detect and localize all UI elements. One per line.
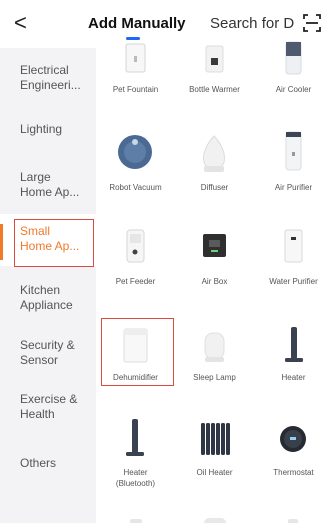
device-partial-icon (288, 519, 298, 523)
sidebar-item-label: Electrical Engineeri... (20, 63, 81, 92)
sidebar-item-electrical-engineering[interactable]: Electrical Engineeri... (0, 54, 96, 106)
device-robot-vacuum[interactable]: Robot Vacuum (96, 126, 175, 230)
back-button[interactable]: < (14, 12, 27, 34)
device-partial-icon (204, 518, 226, 523)
device-label: Air Cooler (275, 85, 312, 94)
device-air-box[interactable]: Air Box (175, 220, 254, 324)
heater-icon (285, 327, 303, 362)
pet-feeder-icon (126, 229, 145, 263)
sidebar-item-label: Large Home Ap... (20, 170, 80, 199)
highlight-box-category (14, 219, 94, 267)
sidebar-item-others[interactable]: Others (0, 442, 96, 494)
device-thermostat[interactable]: Thermostat (254, 413, 333, 517)
device-label: Thermostat (273, 468, 314, 477)
sidebar-item-security-sensor[interactable]: Security & Sensor (0, 330, 96, 382)
device-sleep-lamp[interactable]: Sleep Lamp (175, 323, 254, 427)
oil-heater-icon (201, 423, 230, 455)
sidebar-item-label: Security & Sensor (20, 338, 75, 367)
heater-bluetooth-icon (126, 419, 144, 456)
sidebar-item-lighting[interactable]: Lighting (0, 106, 96, 158)
device-label: Bottle Warmer (189, 85, 240, 94)
device-label: Oil Heater (196, 468, 233, 477)
sidebar-item-label: Exercise & Health (20, 392, 78, 421)
air-purifier-icon (285, 131, 302, 171)
device-label: Heater (Bluetooth) (115, 468, 156, 488)
back-icon: < (14, 10, 27, 35)
device-label: Robot Vacuum (109, 183, 162, 192)
next-row-partial (96, 516, 334, 523)
robot-vacuum-icon (118, 135, 152, 169)
device-label: Air Box (201, 277, 228, 286)
device-water-purifier[interactable]: Water Purifier (254, 220, 333, 324)
sleep-lamp-icon (204, 332, 225, 362)
thermostat-icon (280, 426, 306, 452)
sidebar-item-kitchen-appliance[interactable]: Kitchen Appliance (0, 274, 96, 326)
device-heater[interactable]: Heater (254, 323, 333, 427)
device-label: Diffuser (200, 183, 229, 192)
device-oil-heater[interactable]: Oil Heater (175, 413, 254, 517)
device-label: Sleep Lamp (193, 373, 236, 382)
sidebar-item-label: Lighting (20, 122, 63, 136)
device-grid: Pet Fountain Bottle Warmer Air Cooler Ro… (96, 41, 334, 523)
tab-search[interactable]: Search for D (210, 15, 302, 32)
device-pet-feeder[interactable]: Pet Feeder (96, 220, 175, 324)
device-label: Pet Feeder (115, 277, 156, 286)
highlight-box-dehumidifier (101, 318, 174, 386)
diffuser-icon (203, 135, 225, 172)
sidebar-item-label: Others (20, 456, 57, 470)
tab-add-manually[interactable]: Add Manually (88, 15, 186, 32)
device-label: Heater (281, 373, 306, 382)
device-label: Pet Fountain (112, 85, 159, 94)
device-diffuser[interactable]: Diffuser (175, 126, 254, 230)
device-label: Water Purifier (269, 277, 318, 286)
water-purifier-icon (284, 229, 303, 263)
device-label: Air Purifier (274, 183, 313, 192)
active-category-indicator (0, 224, 3, 260)
air-box-icon (203, 234, 226, 257)
category-sidebar: Electrical Engineeri... Lighting Large H… (0, 48, 96, 523)
sidebar-item-label: Kitchen Appliance (20, 283, 73, 312)
sidebar-item-exercise-health[interactable]: Exercise & Health (0, 384, 96, 436)
scan-icon[interactable] (302, 12, 322, 34)
sidebar-item-large-home-appliance[interactable]: Large Home Ap... (0, 158, 96, 210)
device-heater-bluetooth[interactable]: Heater (Bluetooth) (96, 413, 175, 517)
device-air-purifier[interactable]: Air Purifier (254, 126, 333, 230)
device-partial-icon (130, 519, 142, 523)
